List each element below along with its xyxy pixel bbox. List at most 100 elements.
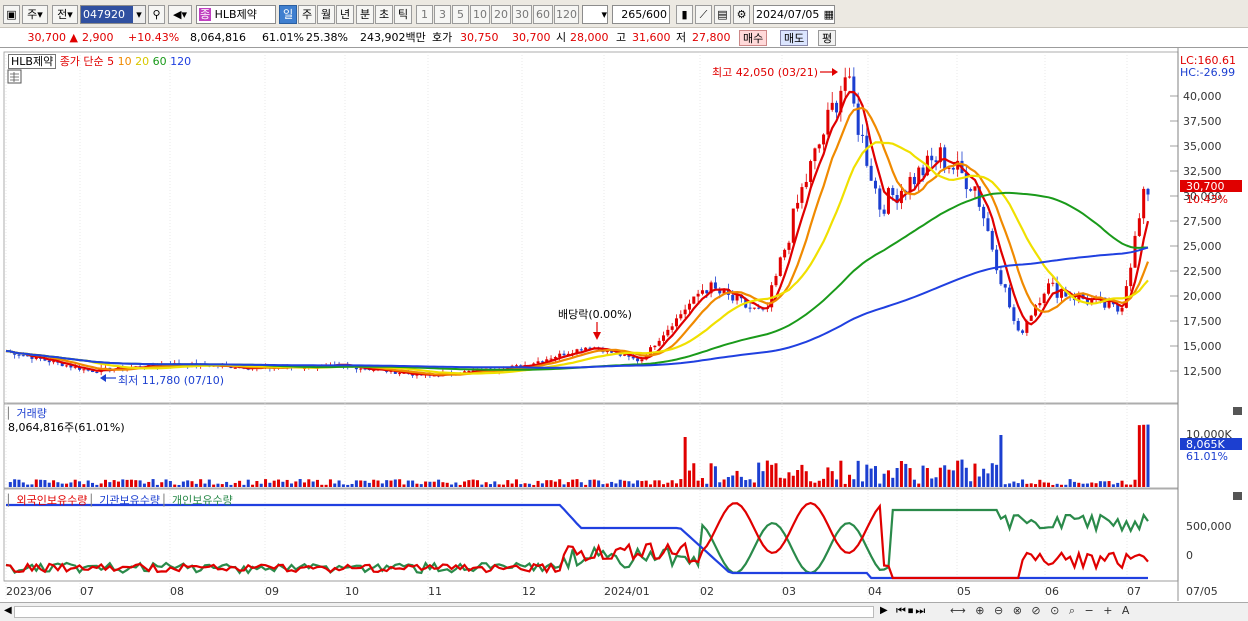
interval-3[interactable]: 3 xyxy=(434,5,451,24)
volume-bar xyxy=(1051,484,1055,487)
candle-body xyxy=(679,314,683,319)
candle-body xyxy=(796,202,800,209)
buy-button[interactable]: 매수 xyxy=(739,30,768,46)
stock-name-field[interactable]: 종 HLB제약 xyxy=(196,5,276,24)
volume-bar xyxy=(363,480,367,487)
volume-bar xyxy=(467,480,471,487)
volume-bar xyxy=(69,482,73,487)
volume-bar xyxy=(826,467,830,487)
candle-body xyxy=(1146,188,1150,195)
interval-1[interactable]: 1 xyxy=(416,5,433,24)
volume-bar xyxy=(203,483,207,487)
volume-bar xyxy=(65,483,69,487)
table-icon[interactable] xyxy=(7,69,22,84)
volume-bar xyxy=(605,483,609,487)
volume-bar xyxy=(822,478,826,487)
y-tick-label: 15,000 xyxy=(1183,340,1222,353)
y-tick-label: 22,500 xyxy=(1183,265,1222,278)
bar-count-input[interactable]: 265/600 xyxy=(612,5,670,24)
period-second[interactable]: 초 xyxy=(375,5,393,24)
volume-bar xyxy=(934,477,938,487)
legend-stock-name[interactable]: HLB제약 xyxy=(8,54,57,69)
save-icon[interactable]: ▤ xyxy=(714,5,731,24)
interval-10[interactable]: 10 xyxy=(470,5,490,24)
volume-bar xyxy=(886,470,890,487)
volume-bar xyxy=(813,482,817,487)
flat-button[interactable]: 평 xyxy=(818,30,837,46)
volume-bar xyxy=(289,483,294,487)
gear-icon[interactable]: ⚙ xyxy=(733,5,750,24)
candle-body xyxy=(687,303,691,310)
volume-bar xyxy=(315,479,319,487)
candle-body xyxy=(852,76,856,104)
interval-30[interactable]: 30 xyxy=(512,5,532,24)
volume-bar xyxy=(155,484,159,487)
x-tick-label: 12 xyxy=(522,585,536,598)
volume-bar xyxy=(52,480,56,487)
stock-code-input[interactable]: 047920 ▾ xyxy=(80,5,146,24)
scroll-right-icon[interactable]: ▶ xyxy=(880,605,888,616)
volume-bar xyxy=(337,480,341,487)
layout-icon[interactable]: ▣ xyxy=(3,5,20,24)
candle-body xyxy=(1021,330,1025,333)
volume-bar xyxy=(856,460,860,487)
candle-body xyxy=(800,187,804,203)
volume-bar xyxy=(488,484,492,487)
market-select[interactable]: 주▾ xyxy=(22,5,48,24)
y-tick-label: 17,500 xyxy=(1183,315,1222,328)
interval-select[interactable]: ▾ xyxy=(582,5,608,24)
search-icon[interactable]: ⚲ xyxy=(148,5,165,24)
volume-bar xyxy=(579,482,583,487)
candle-body xyxy=(82,369,86,371)
volume-bar xyxy=(865,464,869,487)
period-week[interactable]: 주 xyxy=(298,5,316,24)
period-tick[interactable]: 틱 xyxy=(394,5,412,24)
scroll-track[interactable] xyxy=(14,606,874,618)
date-input[interactable]: 2024/07/05 ▦ xyxy=(753,5,835,24)
x-tick-label: 03 xyxy=(782,585,796,598)
volume-bar xyxy=(1034,484,1038,487)
interval-120[interactable]: 120 xyxy=(554,5,579,24)
period-minute[interactable]: 분 xyxy=(356,5,374,24)
volume-bar xyxy=(601,484,605,487)
period-year[interactable]: 년 xyxy=(336,5,354,24)
candle-body xyxy=(17,354,21,356)
candle-body xyxy=(653,345,657,348)
volume-bar xyxy=(480,484,484,487)
volume-bar xyxy=(181,481,185,487)
period-month[interactable]: 월 xyxy=(317,5,335,24)
candle-body xyxy=(873,180,877,189)
candle-body xyxy=(705,290,709,294)
speaker-icon[interactable]: ◀▾ xyxy=(168,5,192,24)
prev-button[interactable]: 전▾ xyxy=(52,5,78,24)
volume-bar xyxy=(947,469,951,487)
interval-5[interactable]: 5 xyxy=(452,5,469,24)
sell-button[interactable]: 매도 xyxy=(780,30,809,46)
holding-pane-close-icon[interactable] xyxy=(1233,492,1242,500)
volume-bar xyxy=(943,465,947,487)
interval-20[interactable]: 20 xyxy=(491,5,511,24)
volume-bar xyxy=(1103,481,1107,487)
candle-body xyxy=(804,181,808,188)
candle-body xyxy=(1003,284,1007,288)
volume-bar xyxy=(1008,483,1012,487)
volume-bar xyxy=(649,484,653,487)
low-annotation: 최저 11,780 (07/10) xyxy=(118,374,224,387)
zoom-controls[interactable]: ⟷ ⊕ ⊖ ⊗ ⊘ ⊙ ⌕ − + A xyxy=(950,604,1132,618)
y-tick-label: 27,500 xyxy=(1183,215,1222,228)
volume-pane-close-icon[interactable] xyxy=(1233,407,1242,415)
period-day[interactable]: 일 xyxy=(279,5,297,24)
volume-bar xyxy=(324,484,328,487)
playback-controls[interactable]: ⏮⏹⏭ xyxy=(896,604,927,618)
volume-bar xyxy=(1124,484,1128,487)
volume-bar xyxy=(333,483,337,487)
scroll-left-icon[interactable]: ◀ xyxy=(4,605,12,616)
volume-value-text: 8,064,816주(61.01%) xyxy=(8,421,125,434)
volume-bar xyxy=(713,466,717,487)
interval-60[interactable]: 60 xyxy=(533,5,553,24)
price-chart[interactable]: 40,00037,50035,00032,50030,00027,50025,0… xyxy=(0,48,1248,602)
chart-scrollbar[interactable]: ◀ ▶ ⏮⏹⏭ ⟷ ⊕ ⊖ ⊗ ⊘ ⊙ ⌕ − + A xyxy=(0,602,1248,621)
candle-icon[interactable]: ▮ xyxy=(676,5,693,24)
draw-tool-icon[interactable]: ⟋ xyxy=(695,5,712,24)
x-tick-label: 2023/06 xyxy=(6,585,52,598)
